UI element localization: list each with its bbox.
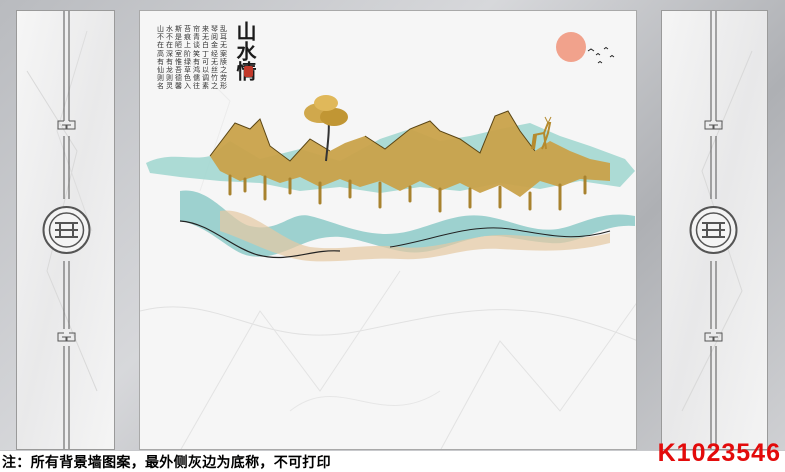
print-notice-text: 注：所有背景墙图案，最外侧灰边为底称，不可打印 <box>2 455 331 471</box>
poem-column: 斯是陋室惟吾德馨 <box>175 25 182 91</box>
sun-icon <box>556 32 586 62</box>
poem-block: 山不在高有仙则名 水不在深有龙则灵 斯是陋室惟吾德馨 苔痕上阶绿草色入 帘青谈笑… <box>157 25 227 115</box>
poem-column: 苔痕上阶绿草色入 <box>184 25 191 91</box>
right-panel-ornament <box>662 11 767 449</box>
product-code: K1023546 <box>657 439 781 467</box>
right-decor-panel <box>661 10 768 450</box>
artwork-title: 山水情 <box>233 21 257 81</box>
poem-column: 山不在高有仙则名 <box>157 25 164 91</box>
poem-column: 帘青谈笑有鸿儒往 <box>193 25 200 91</box>
poem-column: 来无白丁可以调素 <box>202 25 209 91</box>
left-panel-ornament <box>17 11 114 449</box>
left-decor-panel <box>16 10 115 450</box>
poem-column: 水不在深有龙则灵 <box>166 25 173 91</box>
red-seal-icon <box>244 66 253 77</box>
poem-column: 琴阅金经无丝竹之 <box>211 25 218 91</box>
main-mural: 山不在高有仙则名 水不在深有龙则灵 斯是陋室惟吾德馨 苔痕上阶绿草色入 帘青谈笑… <box>139 10 637 450</box>
